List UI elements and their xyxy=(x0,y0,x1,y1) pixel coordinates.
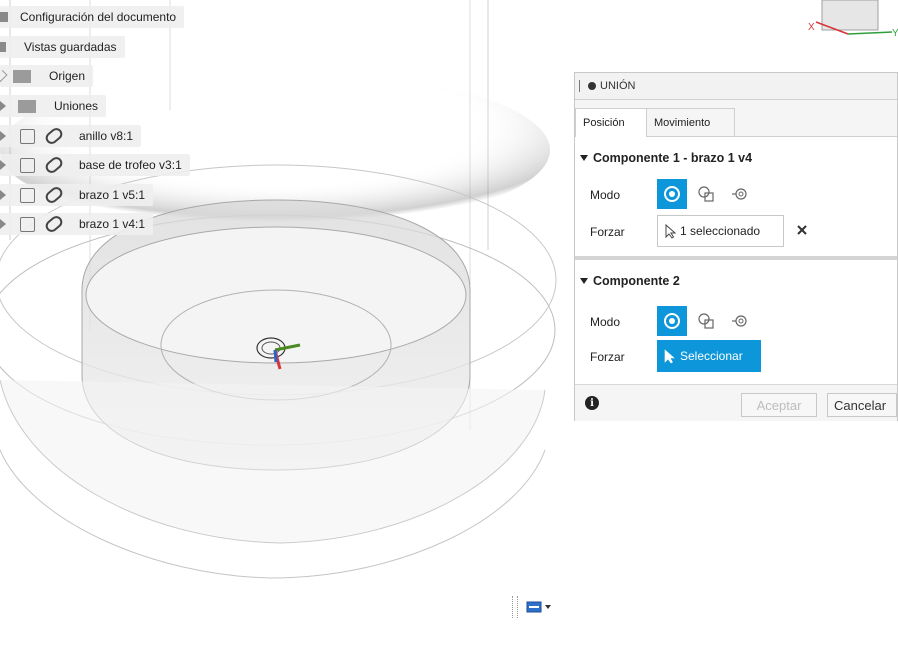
tab-motion[interactable]: Movimiento xyxy=(646,108,735,136)
gear-icon xyxy=(0,12,8,22)
viewcube-y-label: Y xyxy=(892,28,898,39)
dialog-tabs: Posición Movimiento xyxy=(575,100,897,137)
viewcube[interactable] xyxy=(815,0,893,35)
toolbar-grip-icon xyxy=(512,596,518,618)
folder-icon xyxy=(18,99,36,113)
clear-selection-button[interactable] xyxy=(795,223,809,237)
component2-title: Componente 2 xyxy=(593,274,680,288)
mode-two-edge-intersection-button[interactable] xyxy=(725,179,755,209)
chevron-down-icon xyxy=(545,605,551,609)
dialog-footer: i Aceptar Cancelar xyxy=(575,384,897,421)
link-icon xyxy=(43,125,65,147)
component-box-icon xyxy=(20,187,35,203)
display-settings-control[interactable] xyxy=(512,594,576,620)
mode-between-two-faces-button[interactable] xyxy=(691,306,721,336)
component1-header[interactable]: Componente 1 - brazo 1 v4 xyxy=(575,151,752,165)
browser-item-label: Vistas guardadas xyxy=(24,40,117,54)
component2-section: Componente 2 Modo Forzar Seleccionar xyxy=(575,260,897,380)
drag-handle-icon[interactable] xyxy=(579,80,582,92)
mode-simple-icon xyxy=(664,313,680,329)
mode-simple-button[interactable] xyxy=(657,306,687,336)
browser-item-document-settings[interactable]: Configuración del documento xyxy=(0,6,185,28)
expand-arrow-icon[interactable] xyxy=(0,190,6,200)
expand-arrow-icon[interactable] xyxy=(0,131,6,141)
dialog-header[interactable]: UNIÓN xyxy=(575,73,897,100)
ok-button[interactable]: Aceptar xyxy=(741,393,817,417)
mode-edge-intersection-icon xyxy=(732,188,747,200)
display-mode-icon xyxy=(526,601,542,613)
browser-item-anillo[interactable]: anillo v8:1 xyxy=(0,125,142,147)
mode-edge-intersection-icon xyxy=(732,315,747,327)
cancel-label: Cancelar xyxy=(834,397,887,413)
dialog-title: UNIÓN xyxy=(600,80,636,92)
collapse-arrow-icon xyxy=(580,155,588,161)
mode-between-faces-icon xyxy=(698,313,714,329)
link-icon xyxy=(43,154,65,176)
mode-two-edge-intersection-button[interactable] xyxy=(725,306,755,336)
info-icon[interactable]: i xyxy=(585,396,599,410)
browser-item-joints[interactable]: Uniones xyxy=(0,95,107,117)
browser-item-label: Uniones xyxy=(54,99,99,113)
tab-label: Posición xyxy=(583,117,625,129)
mode-between-two-faces-button[interactable] xyxy=(691,179,721,209)
folder-icon xyxy=(0,42,6,52)
browser-item-label: Configuración del documento xyxy=(20,10,177,24)
component1-selection-field[interactable]: 1 seleccionado xyxy=(657,215,784,247)
mode-between-faces-icon xyxy=(698,186,714,202)
component1-selection-text: 1 seleccionado xyxy=(680,224,761,238)
component1-title: Componente 1 - brazo 1 v4 xyxy=(593,151,753,165)
base-skirt-2 xyxy=(0,379,546,544)
cursor-arrow-icon xyxy=(664,348,675,363)
tab-label: Movimiento xyxy=(654,116,711,129)
expand-arrow-icon[interactable] xyxy=(0,160,6,170)
browser-item-origin[interactable]: Origen xyxy=(0,65,94,87)
component-box-icon xyxy=(20,157,35,173)
browser-item-label: brazo 1 v4:1 xyxy=(79,217,146,231)
component1-force-label: Forzar xyxy=(590,225,625,239)
component1-mode-label: Modo xyxy=(590,188,621,202)
component2-header[interactable]: Componente 2 xyxy=(575,274,680,288)
link-icon xyxy=(43,184,65,206)
browser-item-label: anillo v8:1 xyxy=(79,129,134,143)
browser-item-brazo-v5[interactable]: brazo 1 v5:1 xyxy=(0,184,154,206)
mode-simple-button[interactable] xyxy=(657,179,687,209)
browser-item-base-trofeo[interactable]: base de trofeo v3:1 xyxy=(0,154,190,176)
expand-arrow-icon[interactable] xyxy=(0,219,6,229)
mode-simple-icon xyxy=(664,186,680,202)
browser-item-brazo-v4[interactable]: brazo 1 v4:1 xyxy=(0,213,154,235)
joint-dialog: UNIÓN Posición Movimiento Componente 1 -… xyxy=(574,72,898,421)
folder-icon xyxy=(13,69,31,83)
expand-arrow-icon[interactable] xyxy=(0,101,6,111)
component-box-icon xyxy=(20,128,35,144)
cancel-button[interactable]: Cancelar xyxy=(827,393,897,417)
component1-section: Componente 1 - brazo 1 v4 Modo Forzar 1 … xyxy=(575,137,897,257)
collapse-arrow-icon xyxy=(580,278,588,284)
tab-position[interactable]: Posición xyxy=(575,108,647,137)
link-icon xyxy=(43,213,65,235)
browser-item-label: brazo 1 v5:1 xyxy=(79,188,146,202)
browser-item-label: base de trofeo v3:1 xyxy=(79,158,182,172)
browser-item-label: Origen xyxy=(49,69,86,83)
component2-mode-label: Modo xyxy=(590,315,621,329)
visibility-toggle-icon[interactable] xyxy=(0,69,8,83)
cursor-arrow-icon xyxy=(665,223,677,239)
viewcube-x-label: X xyxy=(808,22,815,33)
component2-select-button[interactable]: Seleccionar xyxy=(657,340,761,372)
component2-force-label: Forzar xyxy=(590,350,625,364)
component-box-icon xyxy=(20,216,35,232)
close-icon xyxy=(797,225,807,235)
browser-item-saved-views[interactable]: Vistas guardadas xyxy=(0,36,125,58)
ok-label: Aceptar xyxy=(756,397,802,413)
joint-icon xyxy=(588,82,596,90)
component2-select-text: Seleccionar xyxy=(680,349,743,363)
